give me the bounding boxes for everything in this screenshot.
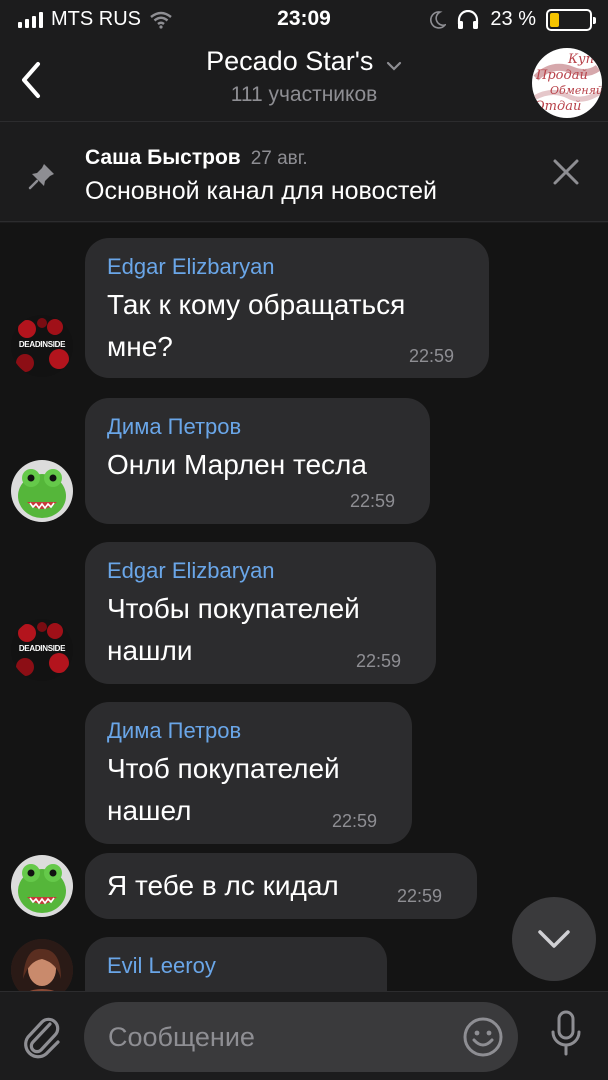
message-time: 22:59 <box>356 651 402 671</box>
message-time: 22:59 <box>350 491 396 511</box>
message-text-line: Чтоб покупателей <box>107 753 340 784</box>
group-avatar-word-1: Купи <box>568 52 602 67</box>
close-icon[interactable] <box>552 158 580 186</box>
message-time: 22:59 <box>397 886 443 906</box>
frog-avatar-art <box>18 864 66 913</box>
pinned-author: Саша Быстров 27 авг. <box>85 146 308 170</box>
chevron-down-icon <box>538 930 570 948</box>
message-bubble-6[interactable]: Evil Leeroy <box>85 937 387 991</box>
pinned-text: Основной канал для новостей <box>85 177 438 205</box>
message-input[interactable] <box>108 1002 448 1072</box>
chat-title: Pecado Star's <box>206 46 374 76</box>
message-bubble-1[interactable]: Edgar Elizbaryan Так к кому обращаться м… <box>85 238 489 378</box>
avatar-frog[interactable] <box>11 855 73 917</box>
paperclip-icon[interactable] <box>20 1012 64 1060</box>
group-avatar[interactable]: Купи Продай Обменяй Отдай <box>532 48 602 118</box>
message-bubble-2[interactable]: Дима Петров Онли Марлен тесла 22:59 <box>85 398 430 524</box>
avatar-frog[interactable] <box>11 460 73 522</box>
message-sender: Edgar Elizbaryan <box>107 254 275 279</box>
message-field[interactable] <box>84 1002 518 1072</box>
message-text-line: Чтобы покупателей <box>107 593 360 624</box>
group-avatar-word-3: Обменяй <box>550 84 602 97</box>
pinned-date: 27 авг. <box>250 148 308 169</box>
message-bubble-4[interactable]: Дима Петров Чтоб покупателей нашел 22:59 <box>85 702 412 844</box>
avatar-label: DEADINSIDE <box>18 644 66 653</box>
battery-icon <box>546 8 596 31</box>
group-avatar-word-2: Продай <box>536 68 588 83</box>
moon-icon <box>430 10 447 29</box>
pinned-message-bar[interactable]: Саша Быстров 27 авг. Основной канал для н… <box>0 122 608 222</box>
scroll-down-button[interactable] <box>512 897 596 981</box>
pinned-author-name: Саша Быстров <box>85 146 241 169</box>
message-text-line: мне? <box>107 331 173 362</box>
message-bubble-5[interactable]: Я тебе в лс кидал 22:59 <box>85 853 477 919</box>
microphone-icon[interactable] <box>550 1010 582 1058</box>
avatar-evil-leeroy[interactable] <box>11 939 73 991</box>
message-text-line: Онли Марлен тесла <box>107 449 367 480</box>
chat-title-block[interactable]: Pecado Star's 111 участников <box>0 46 608 107</box>
headphones-icon <box>458 9 479 29</box>
frog-avatar-art <box>18 469 66 518</box>
message-text-line: Так к кому обращаться <box>107 289 406 320</box>
message-text-line: Я тебе в лс кидал <box>107 870 339 901</box>
pin-icon <box>28 164 54 190</box>
member-count: 111 участников <box>230 83 378 106</box>
message-sender: Evil Leeroy <box>107 953 216 978</box>
message-sender: Дима Петров <box>107 718 242 743</box>
avatar-deadinside[interactable]: DEADINSIDE <box>11 619 73 681</box>
avatar-label: DEADINSIDE <box>18 340 66 349</box>
emoji-icon[interactable] <box>462 1016 504 1058</box>
battery-percent: 23 % <box>490 8 536 30</box>
photo-avatar-art <box>11 939 73 991</box>
message-time: 22:59 <box>332 811 378 831</box>
message-text-line: нашел <box>107 795 192 826</box>
status-bar: MTS RUS 23:09 23 % <box>0 0 608 40</box>
status-bar-right: 23 % <box>430 8 596 31</box>
message-sender: Edgar Elizbaryan <box>107 558 275 583</box>
chat-header: Pecado Star's 111 участников Купи Продай… <box>0 40 608 122</box>
avatar-deadinside[interactable]: DEADINSIDE <box>11 315 73 377</box>
message-time: 22:59 <box>409 346 455 366</box>
battery-fill <box>550 12 559 27</box>
message-sender: Дима Петров <box>107 414 242 439</box>
group-avatar-word-4: Отдай <box>534 99 582 114</box>
message-input-bar <box>0 991 608 1080</box>
message-text-line: нашли <box>107 635 193 666</box>
message-list[interactable]: DEADINSIDE Edgar Elizbaryan Так к кому о… <box>0 223 608 991</box>
message-bubble-3[interactable]: Edgar Elizbaryan Чтобы покупателей нашли… <box>85 542 436 684</box>
chevron-down-icon <box>386 61 401 71</box>
